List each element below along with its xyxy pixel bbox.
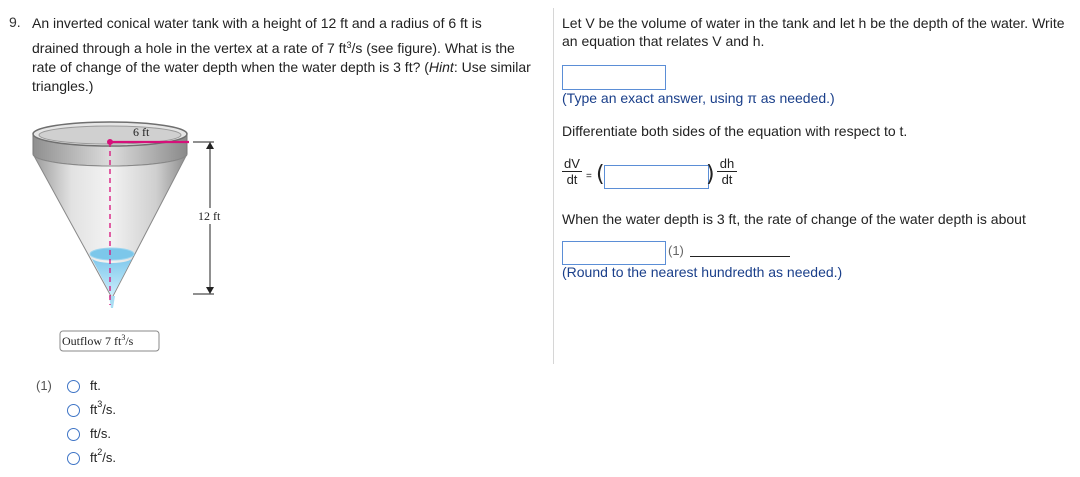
radio-button[interactable] [67, 404, 80, 417]
part-prompt: Let V be the volume of water in the tank… [562, 15, 1065, 49]
radius-label: 6 ft [133, 125, 150, 139]
radio-button[interactable] [67, 452, 80, 465]
question-text: An inverted conical water tank with a he… [32, 14, 547, 96]
radio-button[interactable] [67, 428, 80, 441]
unit-dropdown-tag: (1) [668, 243, 684, 258]
dV-numerator: dV [564, 156, 580, 171]
column-divider [553, 8, 554, 364]
question-line-2: drained through a hole in the vertex at … [32, 40, 515, 56]
rounding-hint: (Round to the nearest hundredth as neede… [562, 264, 843, 280]
dh-numerator: dh [719, 156, 735, 171]
question-line-1: An inverted conical water tank with a he… [32, 15, 482, 31]
radius-center-dot [107, 139, 113, 145]
cone-tank-svg: 6 ft 12 ft Outflow 7 ft3/s [32, 121, 225, 352]
water-surface [89, 247, 135, 261]
equals-sign: = [586, 171, 592, 182]
option-group-tag: (1) [36, 378, 52, 393]
radio-button[interactable] [67, 380, 80, 393]
differentiate-instruction: Differentiate both sides of the equation… [562, 123, 908, 139]
exact-answer-hint: (Type an exact answer, using π as needed… [562, 90, 835, 106]
volume-equation-input[interactable] [562, 65, 666, 90]
option-label: ft. [90, 378, 101, 393]
dV-dt-fraction: dV dt [562, 156, 582, 187]
option-label: ft/s. [90, 426, 111, 441]
dt-denominator: dt [721, 172, 733, 187]
dt-denominator: dt [566, 172, 578, 187]
paren-close: ) [706, 162, 715, 187]
option-label: ft3/s. [90, 399, 116, 417]
question-line-3: rate of change of the water depth when t… [32, 59, 531, 75]
derivative-coefficient-input[interactable] [604, 165, 709, 189]
unit-answer-blank[interactable] [690, 256, 790, 257]
height-label: 12 ft [198, 209, 221, 223]
question-line-4: triangles.) [32, 78, 94, 94]
rate-answer-input[interactable] [562, 241, 666, 265]
dh-dt-fraction: dh dt [717, 156, 737, 187]
rate-question-text: When the water depth is 3 ft, the rate o… [562, 211, 1026, 227]
cone-tank-figure: 6 ft 12 ft Outflow 7 ft3/s [30, 120, 230, 360]
question-number: 9. [9, 14, 21, 30]
option-label: ft2/s. [90, 447, 116, 465]
